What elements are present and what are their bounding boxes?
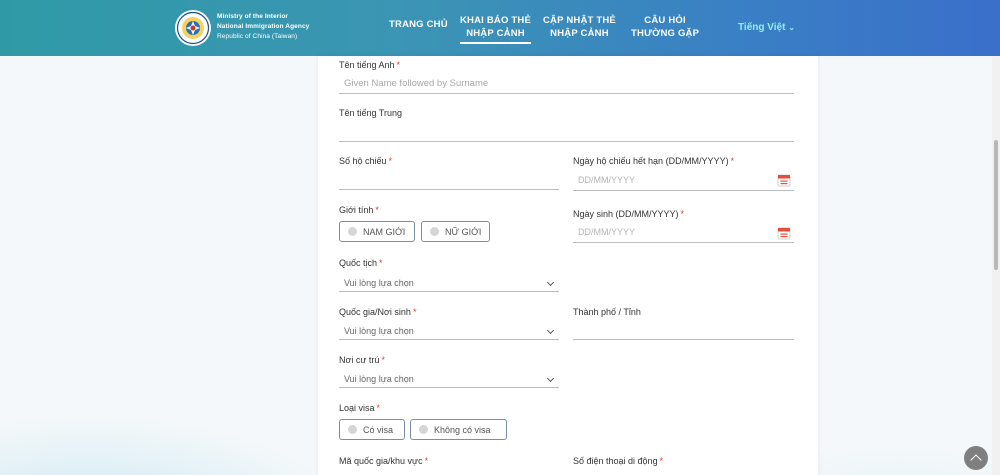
- nav-update-card[interactable]: CẬP NHẬT THẺ NHẬP CẢNH: [543, 14, 616, 40]
- english-name-label: Tên tiếng Anh *: [339, 60, 400, 70]
- birth-country-selected-value: Vui lòng lựa chọn: [344, 326, 414, 336]
- visa-type-label-text: Loại visa: [339, 403, 375, 413]
- country-code-label-text: Mã quốc gia/khu vực: [339, 456, 423, 466]
- chinese-name-label: Tên tiếng Trung: [339, 108, 403, 118]
- gender-male-label: NAM GIỚI: [363, 226, 406, 237]
- visa-no-label: Không có visa: [434, 424, 491, 435]
- english-name-placeholder: Given Name followed by Surname: [344, 78, 489, 89]
- passport-number-input[interactable]: [339, 174, 559, 190]
- nav-update-card-line1: CẬP NHẬT THẺ: [543, 15, 616, 26]
- english-name-input[interactable]: Given Name followed by Surname: [339, 78, 794, 94]
- nav-entry-declaration-line2: NHẬP CẢNH: [466, 28, 525, 39]
- country-code-label: Mã quốc gia/khu vực *: [339, 456, 428, 466]
- passport-expiry-placeholder: DD/MM/YYYY: [578, 175, 636, 185]
- nationality-label: Quốc tịch *: [339, 258, 383, 268]
- radio-circle-icon: [348, 227, 357, 236]
- agency-line-roc: Republic of China (Taiwan): [217, 33, 298, 40]
- agency-logo[interactable]: [174, 9, 212, 47]
- required-mark: *: [375, 205, 379, 215]
- city-label: Thành phố / Tỉnh: [573, 307, 641, 317]
- visa-yes-radio[interactable]: Có visa: [339, 419, 405, 440]
- visa-no-radio[interactable]: Không có visa: [410, 419, 507, 440]
- nav-home[interactable]: TRANG CHỦ: [389, 18, 448, 31]
- radio-circle-icon: [430, 227, 439, 236]
- required-mark: *: [730, 156, 735, 166]
- gender-label-text: Giới tính: [339, 205, 374, 215]
- agency-line-ministry: Ministry of the Interior: [217, 13, 289, 20]
- required-mark: *: [412, 307, 417, 317]
- birth-country-label: Quốc gia/Nơi sinh *: [339, 307, 416, 317]
- gender-female-radio[interactable]: NỮ GIỚI: [421, 221, 490, 242]
- required-mark: *: [396, 60, 401, 70]
- nav-home-label: TRANG CHỦ: [389, 19, 448, 30]
- passport-expiry-input[interactable]: DD/MM/YYYY: [573, 173, 794, 191]
- passport-expiry-label: Ngày hộ chiếu hết hạn (DD/MM/YYYY) *: [573, 156, 734, 166]
- page-scrollbar-thumb[interactable]: [994, 140, 998, 270]
- visa-type-label: Loại visa *: [339, 403, 380, 413]
- passport-number-label-text: Số hộ chiếu: [339, 156, 387, 166]
- nav-faq[interactable]: CÂU HỎI THƯỜNG GẶP: [631, 14, 699, 40]
- chevron-down-icon: [546, 278, 555, 287]
- nav-update-card-line2: NHẬP CẢNH: [550, 28, 609, 39]
- passport-number-label: Số hộ chiếu *: [339, 156, 392, 166]
- required-mark: *: [381, 355, 385, 365]
- mobile-phone-label: Số điện thoại di động *: [573, 456, 663, 466]
- residence-label-text: Nơi cư trú: [339, 355, 380, 365]
- mobile-phone-label-text: Số điện thoại di động: [573, 456, 658, 466]
- birth-country-select[interactable]: Vui lòng lựa chọn: [339, 324, 559, 340]
- radio-circle-icon: [348, 425, 357, 434]
- agency-name: Ministry of the Interior National Immigr…: [217, 12, 309, 42]
- required-mark: *: [424, 456, 429, 466]
- required-mark: *: [376, 403, 381, 413]
- nav-faq-line1: CÂU HỎI: [644, 15, 686, 26]
- radio-circle-icon: [419, 425, 428, 434]
- top-navigation-bar: Ministry of the Interior National Immigr…: [0, 0, 1000, 56]
- required-mark: *: [659, 456, 664, 466]
- chevron-down-icon: [546, 326, 555, 335]
- required-mark: *: [379, 258, 383, 268]
- calendar-icon[interactable]: [777, 173, 791, 187]
- birth-country-label-text: Quốc gia/Nơi sinh: [339, 307, 411, 317]
- passport-expiry-label-text: Ngày hộ chiếu hết hạn (DD/MM/YYYY): [573, 156, 729, 166]
- nav-entry-declaration-line1: KHAI BÁO THẺ: [460, 15, 532, 26]
- chevron-down-icon: [546, 374, 555, 383]
- english-name-label-text: Tên tiếng Anh: [339, 60, 395, 70]
- residence-select[interactable]: Vui lòng lựa chọn: [339, 372, 559, 388]
- language-selector[interactable]: Tiếng Việt ⌄: [738, 22, 795, 33]
- chevron-down-icon: ⌄: [788, 23, 796, 32]
- required-mark: *: [388, 156, 393, 166]
- city-input[interactable]: [573, 324, 794, 340]
- required-mark: *: [680, 209, 685, 219]
- nationality-selected-value: Vui lòng lựa chọn: [344, 278, 414, 288]
- nationality-label-text: Quốc tịch: [339, 258, 378, 268]
- gender-male-radio[interactable]: NAM GIỚI: [339, 221, 415, 242]
- language-label: Tiếng Việt: [738, 22, 786, 33]
- residence-label: Nơi cư trú *: [339, 355, 385, 365]
- birth-date-label-text: Ngày sinh (DD/MM/YYYY): [573, 209, 679, 219]
- residence-selected-value: Vui lòng lựa chọn: [344, 374, 414, 384]
- chinese-name-input[interactable]: [339, 126, 794, 142]
- calendar-icon[interactable]: [777, 226, 791, 240]
- agency-line-nia: National Immigration Agency: [217, 23, 310, 30]
- gender-female-label: NỮ GIỚI: [445, 226, 482, 237]
- back-to-top-button[interactable]: [964, 446, 988, 470]
- nav-faq-line2: THƯỜNG GẶP: [631, 28, 700, 39]
- gender-label: Giới tính *: [339, 205, 379, 215]
- nationality-select[interactable]: Vui lòng lựa chọn: [339, 276, 559, 292]
- birth-date-input[interactable]: DD/MM/YYYY: [573, 225, 794, 243]
- nav-entry-declaration[interactable]: KHAI BÁO THẺ NHẬP CẢNH: [460, 14, 531, 44]
- birth-date-placeholder: DD/MM/YYYY: [578, 227, 636, 237]
- form-card: Tên tiếng Anh * Given Name followed by Su…: [318, 56, 818, 475]
- visa-yes-label: Có visa: [363, 424, 394, 435]
- birth-date-label: Ngày sinh (DD/MM/YYYY) *: [573, 209, 684, 219]
